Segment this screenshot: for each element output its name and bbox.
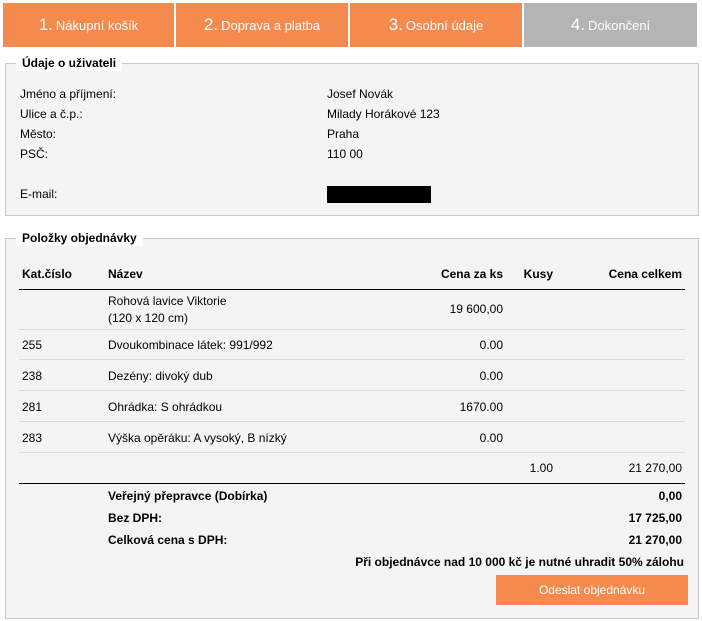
step-number: 1. <box>38 15 53 34</box>
row-divider <box>19 329 685 330</box>
row-divider <box>19 421 685 422</box>
field-label-name: Jméno a příjmení: <box>20 87 117 101</box>
user-details-section: Údaje o uživateli Jméno a příjmení: Jose… <box>5 56 699 216</box>
row-name: Dvoukombinace látek: 991/992 <box>108 338 273 352</box>
summary-value-shipping: 0,00 <box>658 489 682 503</box>
step-label: Doprava a platba <box>221 17 321 33</box>
field-label-email: E-mail: <box>20 187 58 201</box>
col-header-price: Cena za ks <box>440 267 503 281</box>
redacted-email <box>327 186 431 203</box>
summary-divider <box>19 483 685 484</box>
row-name: Rohová lavice Viktorie <box>108 294 227 308</box>
row-divider <box>19 452 685 453</box>
row-cat: 238 <box>22 369 43 383</box>
step-number: 2. <box>203 15 219 34</box>
field-value-city: Praha <box>327 127 360 141</box>
row-name: Výška opěráku: A vysoký, B nízký <box>108 431 287 445</box>
header-divider <box>19 289 685 290</box>
field-value-street: Milady Horákové 123 <box>327 107 440 121</box>
row-price: 0.00 <box>479 431 503 445</box>
row-name-detail: (120 x 120 cm) <box>108 311 189 325</box>
checkout-steps: 1. Nákupní košík 2. Doprava a platba 3. … <box>3 3 699 47</box>
row-cat: 281 <box>22 400 43 414</box>
row-cat: 283 <box>22 431 43 445</box>
row-price: 0.00 <box>479 369 503 383</box>
field-value-zip: 110 00 <box>327 147 363 161</box>
row-name: Ohrádka: S ohrádkou <box>108 400 223 414</box>
col-header-name: Název <box>108 267 143 281</box>
row-divider <box>19 359 685 360</box>
order-items-section: Položky objednávky Kat.číslo Název Cena … <box>5 231 699 619</box>
step-cart[interactable]: 1. Nákupní košík <box>3 3 174 47</box>
summary-value-net: 17 725,00 <box>628 511 682 525</box>
deposit-note: Při objednávce nad 10 000 kč je nutné uh… <box>355 555 684 569</box>
summary-label-total: Celková cena s DPH: <box>108 533 228 547</box>
step-shipping[interactable]: 2. Doprava a platba <box>176 3 348 47</box>
step-finish: 4. Dokončení <box>524 3 697 47</box>
step-number: 4. <box>570 15 586 34</box>
row-divider <box>19 390 685 391</box>
subtotal-total: 21 270,00 <box>628 461 682 475</box>
col-header-qty: Kusy <box>523 267 553 281</box>
step-number: 3. <box>388 15 403 34</box>
row-price: 19 600,00 <box>449 302 503 316</box>
row-cat: 255 <box>22 338 43 352</box>
field-label-city: Město: <box>20 127 57 141</box>
field-value-name: Josef Novák <box>327 87 394 101</box>
section-legend: Položky objednávky <box>16 231 143 246</box>
step-personal[interactable]: 3. Osobní údaje <box>350 3 522 47</box>
row-price: 1670.00 <box>459 400 503 414</box>
summary-value-total: 21 270,00 <box>628 533 682 547</box>
field-label-zip: PSČ: <box>20 147 49 161</box>
field-label-street: Ulice a č.p.: <box>20 107 83 121</box>
summary-label-net: Bez DPH: <box>108 511 163 525</box>
col-header-cat: Kat.číslo <box>22 267 73 281</box>
submit-order-button[interactable]: Odeslat objednávku <box>496 575 688 605</box>
row-price: 0.00 <box>479 338 503 352</box>
summary-label-shipping: Veřejný přepravce (Dobírka) <box>108 489 268 503</box>
subtotal-qty: 1.00 <box>529 461 553 475</box>
step-label: Osobní údaje <box>405 17 484 33</box>
step-label: Dokončení <box>588 17 651 33</box>
col-header-total: Cena celkem <box>608 267 682 281</box>
section-legend: Údaje o uživateli <box>16 56 123 71</box>
step-label: Nákupní košík <box>55 17 139 33</box>
row-name: Dezény: divoký dub <box>108 369 213 383</box>
